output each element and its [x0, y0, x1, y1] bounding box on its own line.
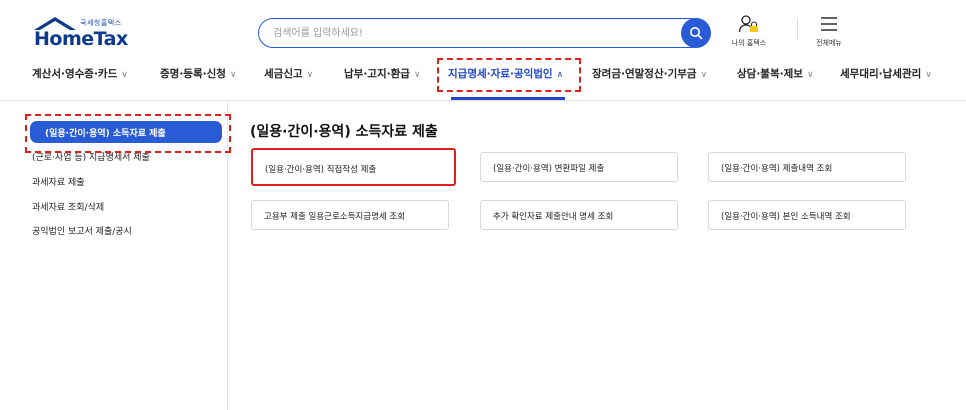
hamburger-menu-icon — [821, 17, 837, 31]
nav-item-label: 장려금·연말정산·기부금 — [592, 68, 697, 80]
page-title: (일용·간이·용역) 소득자료 제출 — [250, 124, 438, 140]
nav-item-label: 증명·등록·신청 — [160, 68, 226, 80]
nav-item-consult-appeal[interactable]: 상담·불복·제보 ∨ — [737, 66, 814, 81]
nav-item-label: 세금신고 — [264, 68, 303, 80]
logo-subtitle: 국세청홈택스 — [80, 19, 122, 27]
card-label: (일용·간이·용역) 직접작성 제출 — [265, 165, 377, 175]
chevron-down-icon: ∨ — [306, 70, 314, 80]
my-hometax-button[interactable]: 나의 홈택스 — [724, 14, 774, 50]
all-menu-label: 전체메뉴 — [816, 39, 842, 47]
card-label: 추가 확인자료 제출안내 명세 조회 — [493, 212, 614, 222]
card-label: 고용부 제출 일용근로소득지급명세 조회 — [264, 212, 406, 222]
sidebar-item-label: 공익법인 보고서 제출/공시 — [32, 227, 132, 237]
card-submission-history[interactable]: (일용·간이·용역) 제출내역 조회 — [708, 152, 906, 182]
header-divider — [797, 18, 798, 40]
sidebar-item-public-interest-report[interactable]: 공익법인 보고서 제출/공시 — [32, 224, 132, 237]
nav-item-incentive-yearend[interactable]: 장려금·연말정산·기부금 ∨ — [592, 66, 707, 81]
my-hometax-label: 나의 홈택스 — [731, 39, 767, 47]
card-label: (일용·간이·용역) 제출내역 조회 — [721, 164, 833, 174]
chevron-down-icon: ∨ — [121, 70, 128, 80]
all-menu-button[interactable]: 전체메뉴 — [806, 14, 852, 50]
card-label: (일용·간이·용역) 변환파일 제출 — [493, 164, 605, 174]
sidebar-highlight-annotation — [25, 114, 231, 153]
search-button[interactable] — [681, 18, 711, 48]
chevron-down-icon: ∨ — [925, 70, 932, 80]
sidebar-item-label: 과세자료 제출 — [32, 178, 85, 188]
nav-item-label: 계산서·영수증·카드 — [32, 68, 118, 80]
sidebar-item-tax-data-submit[interactable]: 과세자료 제출 — [32, 175, 85, 188]
card-labor-ministry-inquiry[interactable]: 고용부 제출 일용근로소득지급명세 조회 — [251, 200, 449, 230]
card-label: (일용·간이·용역) 본인 소득내역 조회 — [721, 212, 851, 222]
nav-item-label: 납부·고지·환급 — [344, 68, 410, 80]
card-converted-file-submit[interactable]: (일용·간이·용역) 변환파일 제출 — [480, 152, 678, 182]
nav-item-invoice-receipt-card[interactable]: 계산서·영수증·카드 ∨ — [32, 66, 128, 81]
nav-item-certificate-registration[interactable]: 증명·등록·신청 ∨ — [160, 66, 237, 81]
nav-item-payment-refund[interactable]: 납부·고지·환급 ∨ — [344, 66, 421, 81]
card-additional-data-inquiry[interactable]: 추가 확인자료 제출안내 명세 조회 — [480, 200, 678, 230]
chevron-down-icon: ∨ — [806, 70, 814, 80]
card-own-income-inquiry[interactable]: (일용·간이·용역) 본인 소득내역 조회 — [708, 200, 906, 230]
logo-title: HomeTax — [34, 28, 128, 50]
user-lock-icon — [738, 15, 758, 33]
search-box — [258, 18, 706, 48]
sidebar-item-tax-data-inquiry[interactable]: 과세자료 조회/삭제 — [32, 200, 104, 213]
sidebar-item-label: 과세자료 조회/삭제 — [32, 203, 105, 213]
chevron-down-icon: ∨ — [413, 70, 421, 80]
nav-item-tax-filing[interactable]: 세금신고 ∨ — [264, 66, 313, 81]
hometax-logo[interactable]: 국세청홈택스 HomeTax — [32, 12, 152, 52]
search-icon — [690, 27, 703, 40]
search-input[interactable] — [273, 25, 673, 41]
sidebar-item-label: (근로·사업 등) 지급명세서 제출 — [32, 153, 150, 163]
nav-highlight-annotation — [437, 58, 581, 92]
nav-item-label: 세무대리·납세관리 — [840, 68, 922, 80]
chevron-down-icon: ∨ — [700, 70, 708, 80]
nav-item-tax-agent[interactable]: 세무대리·납세관리 ∨ — [840, 66, 932, 81]
hometax-page: 국세청홈택스 HomeTax 나의 홈택스 전체메뉴 계산서·영수증 — [0, 0, 966, 410]
chevron-down-icon: ∨ — [229, 70, 237, 80]
card-direct-entry-submit[interactable]: (일용·간이·용역) 직접작성 제출 — [251, 148, 456, 186]
nav-item-label: 상담·불복·제보 — [737, 68, 803, 80]
